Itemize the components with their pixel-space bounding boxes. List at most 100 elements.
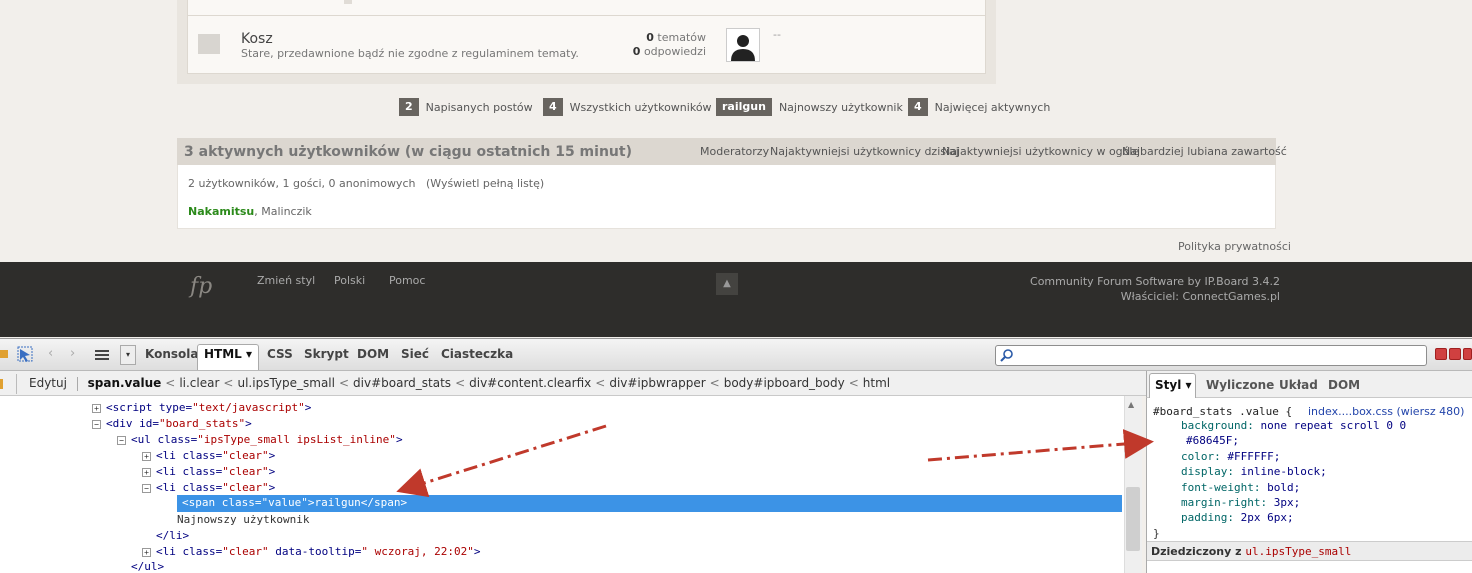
crumb-separator: < bbox=[338, 376, 350, 390]
minimize-icon[interactable] bbox=[1435, 348, 1447, 360]
previous-row-fragment bbox=[344, 0, 352, 4]
code-line-ul[interactable]: <ul class="ipsType_small ipsList_inline"… bbox=[131, 433, 403, 446]
owner-credit: Właściciel: ConnectGames.pl bbox=[1120, 290, 1280, 303]
inspect-icon[interactable] bbox=[0, 346, 40, 364]
link-moderators[interactable]: Moderatorzy bbox=[700, 145, 769, 158]
avatar[interactable] bbox=[726, 28, 760, 62]
stat-newest-user: railgun Najnowszy użytkownik bbox=[716, 98, 903, 116]
css-prop-padding[interactable]: padding: 2px 6px; bbox=[1181, 511, 1294, 524]
tab-net[interactable]: Sieć bbox=[401, 347, 429, 361]
expand-toggle-icon[interactable]: + bbox=[142, 468, 151, 477]
user-link-nakamitsu[interactable]: Nakamitsu bbox=[188, 205, 254, 218]
expand-toggle-icon[interactable]: + bbox=[142, 548, 151, 557]
topics-label: tematów bbox=[657, 31, 706, 44]
crumb-separator: < bbox=[848, 376, 859, 390]
link-most-liked[interactable]: Najbardziej lubiana zawartość bbox=[1122, 145, 1287, 158]
close-icon[interactable] bbox=[1463, 348, 1472, 360]
css-prop-color[interactable]: color: #FFFFFF; bbox=[1181, 450, 1280, 463]
language-link[interactable]: Polski bbox=[334, 274, 365, 287]
crumb-ipbwrapper[interactable]: div#ipbwrapper bbox=[609, 376, 705, 390]
topics-count: 0 bbox=[646, 31, 654, 44]
code-line-li-tooltip[interactable]: <li class="clear" data-tooltip=" wczoraj… bbox=[156, 545, 481, 558]
tab-console[interactable]: Konsola bbox=[145, 347, 198, 361]
footer-credits: Community Forum Software by IP.Board 3.4… bbox=[960, 274, 1280, 304]
scroll-up-icon[interactable]: ▲ bbox=[1128, 400, 1134, 409]
css-rule-source-link[interactable]: index....box.css (wiersz 480) bbox=[1308, 405, 1464, 418]
menu-icon[interactable] bbox=[95, 349, 109, 361]
users-breakdown: 2 użytkowników, 1 gości, 0 anonimowych bbox=[188, 177, 416, 190]
css-prop-background[interactable]: background: none repeat scroll 0 0 bbox=[1181, 419, 1406, 432]
edit-button[interactable]: Edytuj bbox=[29, 376, 67, 390]
inherited-from-link[interactable]: ul.ipsType_small bbox=[1245, 545, 1351, 558]
crumb-separator: < bbox=[223, 376, 234, 390]
privacy-policy-link[interactable]: Polityka prywatności bbox=[1178, 240, 1291, 253]
css-rule-close: } bbox=[1153, 527, 1160, 540]
forum-title[interactable]: Kosz bbox=[241, 31, 273, 47]
tab-style[interactable]: Styl ▾ bbox=[1155, 378, 1192, 392]
expand-toggle-icon[interactable]: + bbox=[142, 452, 151, 461]
crumb-separator: < bbox=[595, 376, 606, 390]
back-to-top-icon[interactable]: ▲ bbox=[716, 273, 738, 295]
search-icon bbox=[1000, 349, 1013, 362]
crumb-html[interactable]: html bbox=[863, 376, 890, 390]
search-input[interactable] bbox=[995, 345, 1427, 366]
stat-label: Najwięcej aktywnych bbox=[934, 100, 1051, 114]
software-credit[interactable]: Community Forum Software by IP.Board 3.4… bbox=[960, 274, 1280, 289]
selected-node[interactable]: <span class="value">railgun</span> bbox=[177, 495, 1122, 512]
css-prop-font-weight[interactable]: font-weight: bold; bbox=[1181, 481, 1300, 494]
crumb-body[interactable]: body#ipboard_body bbox=[724, 376, 845, 390]
crumb-span-value[interactable]: span.value bbox=[88, 376, 162, 390]
breadcrumb: Edytuj span.value < li.clear < ul.ipsType_sm… bbox=[29, 376, 890, 391]
tab-script[interactable]: Skrypt bbox=[304, 347, 349, 361]
code-line-li[interactable]: <li class="clear"> bbox=[156, 449, 275, 462]
active-users-title: 3 aktywnych użytkowników (w ciągu ostatn… bbox=[184, 144, 632, 160]
css-prop-background-color[interactable]: #68645F; bbox=[1186, 434, 1239, 447]
code-line-script[interactable]: <script type="text/javascript"> bbox=[106, 401, 311, 414]
code-line-li-expanded[interactable]: <li class="clear"> bbox=[156, 481, 275, 494]
tab-computed[interactable]: Wyliczone bbox=[1206, 378, 1274, 392]
code-line-div-board-stats[interactable]: <div id="board_stats"> bbox=[106, 417, 252, 430]
stat-value: 2 bbox=[399, 98, 419, 116]
tab-css[interactable]: CSS bbox=[267, 347, 293, 361]
stat-value[interactable]: railgun bbox=[716, 98, 772, 116]
css-prop-margin-right[interactable]: margin-right: 3px; bbox=[1181, 496, 1300, 509]
forward-arrow-icon[interactable]: › bbox=[70, 346, 75, 361]
css-rule-selector[interactable]: #board_stats .value { bbox=[1153, 405, 1292, 418]
stat-value: 4 bbox=[543, 98, 563, 116]
link-top-overall[interactable]: Najaktywniejsi użytkownicy w ogóle bbox=[942, 145, 1139, 158]
back-arrow-icon[interactable]: ‹ bbox=[48, 346, 53, 361]
code-line-ul-close[interactable]: </ul> bbox=[131, 560, 164, 573]
css-prop-display[interactable]: display: inline-block; bbox=[1181, 465, 1327, 478]
change-style-link[interactable]: Zmień styl bbox=[257, 274, 315, 287]
collapse-toggle-icon[interactable]: − bbox=[117, 436, 126, 445]
collapse-toggle-icon[interactable]: − bbox=[142, 484, 151, 493]
crumb-li-clear[interactable]: li.clear bbox=[179, 376, 219, 390]
tab-html[interactable]: HTML ▾ bbox=[204, 347, 252, 361]
scrollbar-thumb[interactable] bbox=[1126, 487, 1140, 551]
tab-side-dom[interactable]: DOM bbox=[1328, 378, 1360, 392]
help-link[interactable]: Pomoc bbox=[389, 274, 425, 287]
tab-cookies[interactable]: Ciasteczka bbox=[441, 347, 513, 361]
full-list-link[interactable]: (Wyświetl pełną listę) bbox=[426, 177, 544, 190]
code-line-text-node[interactable]: Najnowszy użytkownik bbox=[177, 513, 309, 526]
row-divider bbox=[187, 15, 986, 16]
active-users-count: 2 użytkowników, 1 gości, 0 anonimowych (… bbox=[188, 177, 544, 190]
crumb-content[interactable]: div#content.clearfix bbox=[469, 376, 591, 390]
stat-label: Napisanych postów bbox=[425, 100, 533, 114]
panel-menu-dropdown-icon[interactable]: ▾ bbox=[120, 345, 136, 365]
user-link-malinczik[interactable]: , Malinczik bbox=[254, 205, 312, 218]
code-line-li-close[interactable]: </li> bbox=[156, 529, 189, 542]
crumb-separator: < bbox=[455, 376, 466, 390]
footer-logo: fp bbox=[190, 274, 213, 299]
code-line-span-value[interactable]: <span class="value">railgun</span> bbox=[182, 496, 407, 509]
link-top-today[interactable]: Najaktywniejsi użytkownicy dzisiaj bbox=[770, 145, 959, 158]
crumb-ul[interactable]: ul.ipsType_small bbox=[237, 376, 334, 390]
stat-value: 4 bbox=[908, 98, 928, 116]
tab-layout[interactable]: Układ bbox=[1279, 378, 1318, 392]
collapse-toggle-icon[interactable]: − bbox=[92, 420, 101, 429]
code-line-li[interactable]: <li class="clear"> bbox=[156, 465, 275, 478]
tab-dom[interactable]: DOM bbox=[357, 347, 389, 361]
detach-icon[interactable] bbox=[1449, 348, 1461, 360]
crumb-board-stats[interactable]: div#board_stats bbox=[353, 376, 451, 390]
expand-toggle-icon[interactable]: + bbox=[92, 404, 101, 413]
